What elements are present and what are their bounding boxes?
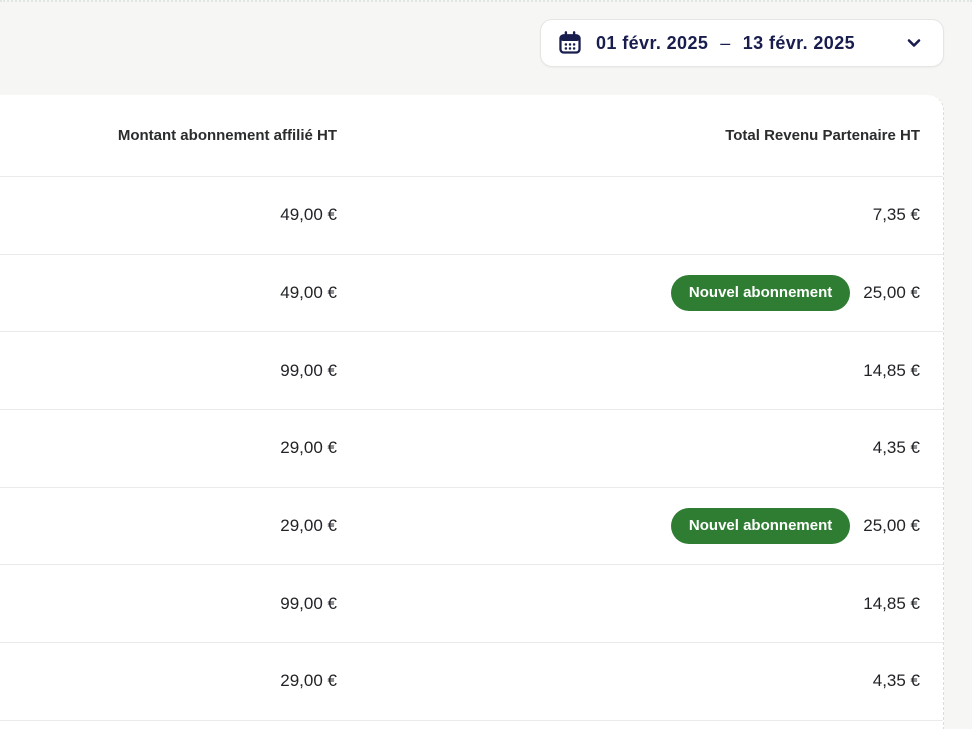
new-subscription-badge: Nouvel abonnement <box>671 508 850 544</box>
amount-cell: 29,00 € <box>0 516 337 536</box>
table-row: 29,00 € Nouvel abonnement 25,00 € <box>0 488 943 566</box>
amount-cell: 29,00 € <box>0 671 337 691</box>
table-header-row: Montant abonnement affilié HT Total Reve… <box>0 95 943 177</box>
date-range-end: 13 févr. 2025 <box>743 33 855 54</box>
table-row: 29,00 € 4,35 € <box>0 410 943 488</box>
table-row: 49,00 € 7,35 € <box>0 177 943 255</box>
table-row: 29,00 € 4,35 € <box>0 643 943 721</box>
date-range-start: 01 févr. 2025 <box>596 33 708 54</box>
page-top-dotted-divider <box>0 0 972 2</box>
revenue-cell: 4,35 € <box>873 671 920 691</box>
table-row: 99,00 € 14,85 € <box>0 332 943 410</box>
amount-cell: 99,00 € <box>0 594 337 614</box>
column-header-amount: Montant abonnement affilié HT <box>0 127 337 144</box>
amount-cell: 29,00 € <box>0 438 337 458</box>
amount-cell: 49,00 € <box>0 283 337 303</box>
revenue-cell: 7,35 € <box>873 205 920 225</box>
chevron-down-icon <box>905 34 923 52</box>
new-subscription-badge: Nouvel abonnement <box>671 275 850 311</box>
calendar-icon <box>557 30 583 56</box>
table-row: 49,00 € Nouvel abonnement 25,00 € <box>0 255 943 333</box>
date-range-picker-button[interactable]: 01 févr. 2025 – 13 févr. 2025 <box>540 19 944 67</box>
date-range-separator: – <box>720 33 730 54</box>
revenue-cell: 14,85 € <box>863 361 920 381</box>
revenue-cell: 4,35 € <box>873 438 920 458</box>
table-row: 99,00 € 14,85 € <box>0 565 943 643</box>
revenue-cell: 25,00 € <box>863 283 920 303</box>
revenue-cell: 25,00 € <box>863 516 920 536</box>
amount-cell: 49,00 € <box>0 205 337 225</box>
revenue-table-card: Montant abonnement affilié HT Total Reve… <box>0 95 944 729</box>
table-row-partial <box>0 721 943 729</box>
amount-cell: 99,00 € <box>0 361 337 381</box>
column-header-revenue: Total Revenu Partenaire HT <box>337 127 943 144</box>
revenue-cell: 14,85 € <box>863 594 920 614</box>
